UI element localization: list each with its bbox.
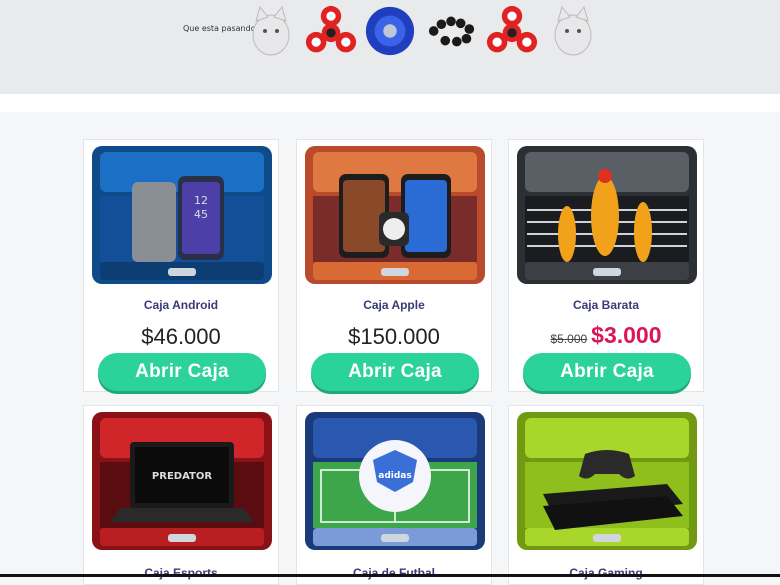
open-box-button[interactable]: Abrir Caja (311, 353, 479, 391)
apple-box-image[interactable] (303, 144, 487, 286)
yoyo-icon[interactable] (364, 2, 416, 60)
android-box-image[interactable]: 12 45 (90, 144, 274, 286)
open-box-button[interactable]: Abrir Caja (523, 353, 691, 391)
old-price: $5.000 (550, 332, 588, 346)
gaming-box-image[interactable] (515, 410, 699, 552)
box-name: Caja Esports (144, 566, 218, 580)
box-name: Caja Apple (363, 298, 425, 312)
sale-price: $3.000 (591, 322, 662, 348)
box-name: Caja Barata (572, 298, 640, 312)
esports-box-image[interactable]: PREDATOR (90, 410, 274, 552)
squishy-cat-icon[interactable] (245, 2, 297, 60)
svg-text:PREDATOR: PREDATOR (152, 471, 212, 482)
box-grid: 12 45 Caja Android $46.000 Abrir Caja Ca… (0, 112, 780, 585)
open-box-button[interactable]: Abrir Caja (98, 353, 266, 391)
fidget-spinner-icon[interactable] (305, 2, 357, 60)
svg-text:adidas: adidas (378, 471, 411, 481)
box-price: $150.000 (348, 324, 440, 349)
divider-strip (0, 94, 780, 112)
box-card-barata[interactable]: Caja Barata $5.000 $3.000 Abrir Caja (508, 139, 704, 392)
box-name: Caja Gaming (569, 566, 643, 580)
box-card-futbal[interactable]: adidas Caja de Futbal (296, 405, 492, 585)
box-price: $5.000 $3.000 (509, 322, 703, 349)
activity-ticker: Que esta pasando: (0, 0, 780, 94)
squishy-cat-icon[interactable] (547, 2, 599, 60)
barata-box-image[interactable] (515, 144, 699, 286)
box-card-gaming[interactable]: Caja Gaming (508, 405, 704, 585)
futbal-box-image[interactable]: adidas (303, 410, 487, 552)
box-card-esports[interactable]: PREDATOR Caja Esports (83, 405, 279, 585)
box-card-apple[interactable]: Caja Apple $150.000 Abrir Caja (296, 139, 492, 392)
bracelet-icon[interactable] (426, 2, 478, 60)
svg-text:12: 12 (194, 194, 208, 207)
box-name: Caja Android (143, 298, 219, 312)
fidget-spinner-icon[interactable] (486, 2, 538, 60)
svg-text:45: 45 (194, 208, 208, 221)
box-card-android[interactable]: 12 45 Caja Android $46.000 Abrir Caja (83, 139, 279, 392)
box-price: $46.000 (141, 324, 221, 349)
box-name: Caja de Futbal (352, 566, 435, 580)
